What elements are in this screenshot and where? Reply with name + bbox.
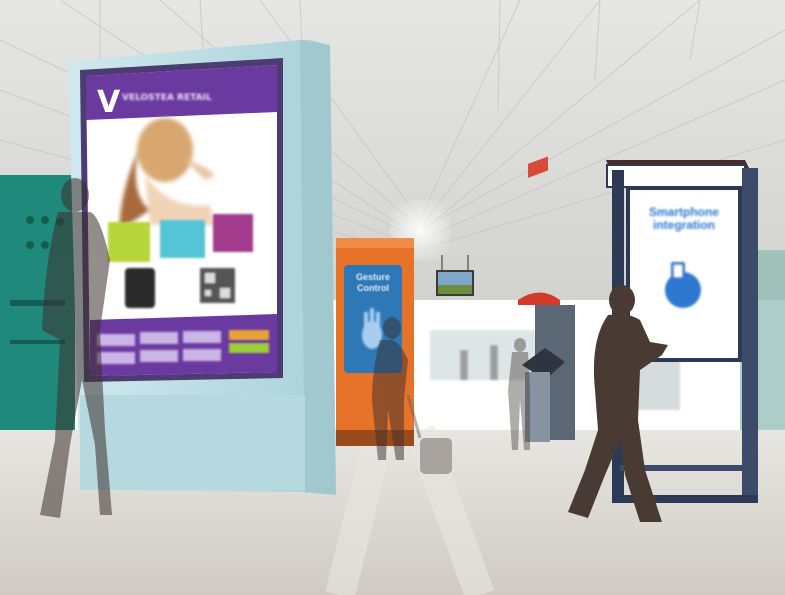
- scene-illustration: V VELOSTEA RETAIL Gesture Control Smartp…: [0, 0, 785, 595]
- bag-magenta: [213, 214, 253, 252]
- footer-green-tile: [229, 343, 269, 353]
- gesture-screen-text: Gesture Control: [355, 272, 390, 293]
- phone-image: [125, 268, 155, 308]
- billboard-logo-letter: V: [97, 85, 121, 120]
- airport-digital-signage-scene: V VELOSTEA RETAIL Gesture Control Smartp…: [0, 0, 785, 595]
- billboard-header-text: VELOSTEA RETAIL: [122, 93, 212, 103]
- footer-orange-tile: [229, 330, 269, 340]
- bag-cyan: [160, 220, 205, 258]
- qr-code-icon: [200, 268, 235, 303]
- hand-gesture-icon: [362, 308, 382, 349]
- bag-green: [108, 222, 150, 262]
- smartphone-screen-text: Smartphone integration: [648, 206, 719, 232]
